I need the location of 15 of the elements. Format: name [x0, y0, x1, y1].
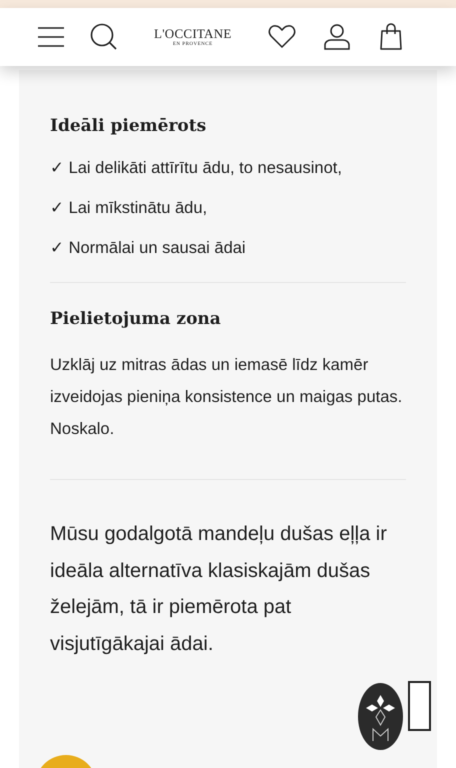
description-paragraph: Mūsu godalgotā mandeļu dušas eļļa ir ideāla alternatīva klasiskajām dušas želejām, tā ir piemērota pat visjutīgākajai ādai.	[50, 522, 388, 656]
search-icon[interactable]	[90, 23, 118, 51]
benefit-item: ✓ Lai delikāti attīrītu ādu, to nesausinot,	[50, 158, 343, 179]
shopping-bag-icon[interactable]	[380, 23, 402, 51]
menu-icon[interactable]	[38, 27, 64, 47]
logo-name: L'OCCITANE	[154, 27, 232, 40]
account-icon[interactable]	[324, 24, 350, 50]
section-heading: Ideāli piemērots	[50, 115, 208, 138]
benefit-item: ✓ Lai mīkstinātu ādu,	[50, 198, 208, 219]
section-heading: Pielietojuma zona	[50, 308, 222, 331]
usage-paragraph: Uzklāj uz mitras ādas un iemasē līdz kamēr izveidojas pieniņa konsistence un maigas putas. Noskalo.	[50, 355, 404, 440]
heart-icon[interactable]	[268, 25, 296, 49]
benefit-item: ✓ Normālai un sausai ādai	[50, 238, 247, 259]
logo-badge-icon[interactable]	[358, 683, 403, 750]
scroll-top-button[interactable]	[408, 681, 431, 731]
